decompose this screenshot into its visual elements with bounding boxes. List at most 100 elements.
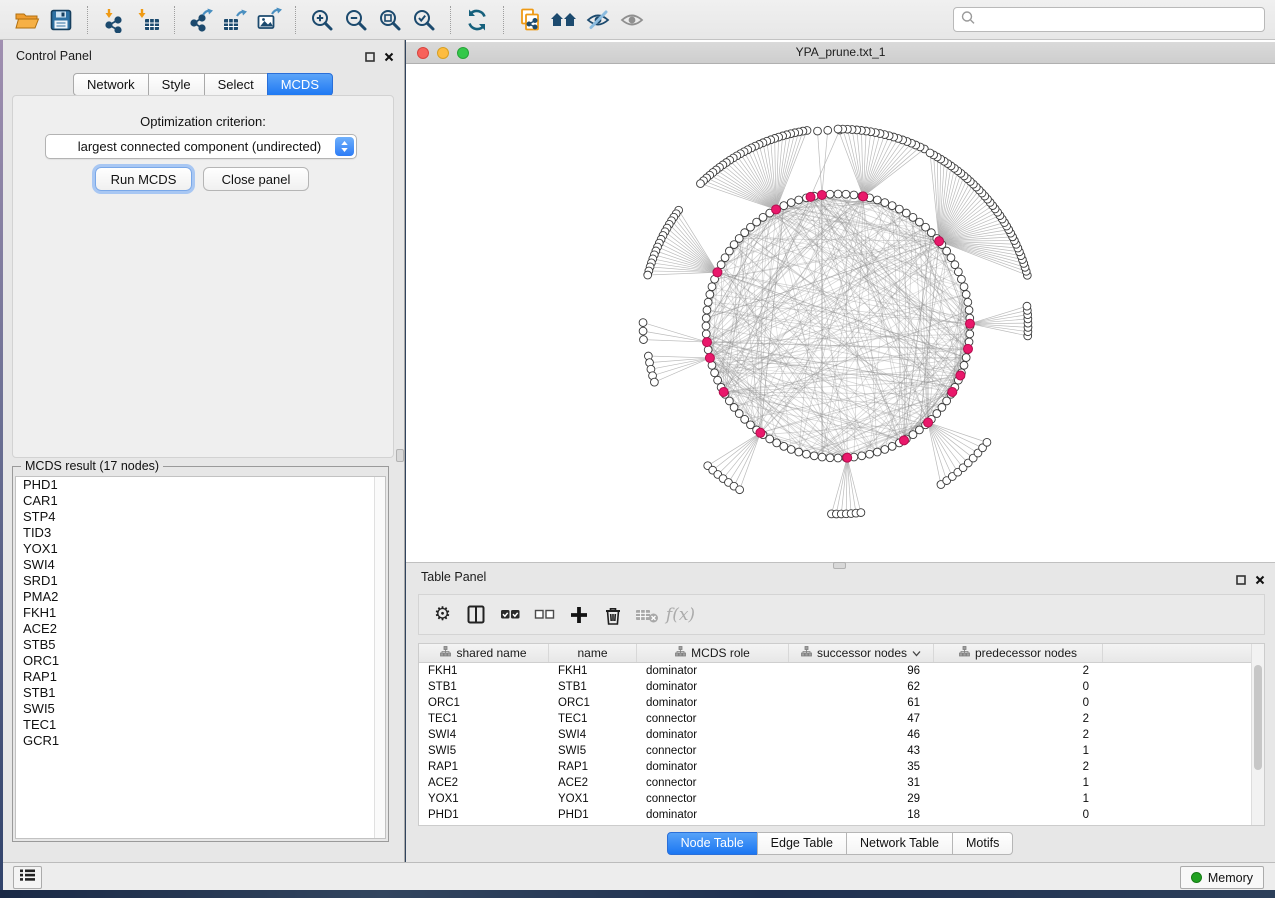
table-cell[interactable]: dominator <box>637 695 789 711</box>
mcds-result-item[interactable]: CAR1 <box>16 493 385 509</box>
table-cell[interactable]: ORC1 <box>419 695 549 711</box>
tab-network[interactable]: Network <box>73 73 149 96</box>
table-cell[interactable]: SWI5 <box>419 743 549 759</box>
table-cell[interactable]: PHD1 <box>419 807 549 823</box>
mcds-result-item[interactable]: STP4 <box>16 509 385 525</box>
table-cell[interactable]: 46 <box>789 727 934 743</box>
export-network-icon[interactable] <box>184 5 218 35</box>
run-mcds-button[interactable]: Run MCDS <box>95 167 192 191</box>
table-cell[interactable]: connector <box>637 711 789 727</box>
table-row[interactable]: ACE2ACE2connector311 <box>419 775 1264 791</box>
save-icon[interactable] <box>44 5 78 35</box>
table-row[interactable]: TEC1TEC1connector472 <box>419 711 1264 727</box>
table-row[interactable]: SWI5SWI5connector431 <box>419 743 1264 759</box>
table-row[interactable]: PHD1PHD1dominator180 <box>419 807 1264 823</box>
table-cell[interactable]: 29 <box>789 791 934 807</box>
zoom-selected-icon[interactable] <box>407 5 441 35</box>
tab-node-table[interactable]: Node Table <box>667 832 758 855</box>
mcds-result-item[interactable]: ACE2 <box>16 621 385 637</box>
table-cell[interactable]: STB1 <box>419 679 549 695</box>
mcds-result-item[interactable]: FKH1 <box>16 605 385 621</box>
columns-icon[interactable] <box>462 600 491 630</box>
import-table-icon[interactable] <box>131 5 165 35</box>
tab-edge-table[interactable]: Edge Table <box>757 832 847 855</box>
close-panel-icon[interactable] <box>1255 572 1265 590</box>
column-header-predecessor-nodes[interactable]: predecessor nodes <box>934 644 1103 662</box>
table-cell[interactable]: ACE2 <box>549 775 637 791</box>
table-cell[interactable]: 43 <box>789 743 934 759</box>
export-image-icon[interactable] <box>252 5 286 35</box>
float-panel-icon[interactable] <box>365 49 375 67</box>
mcds-result-item[interactable]: YOX1 <box>16 541 385 557</box>
hide-selected-icon[interactable] <box>581 5 615 35</box>
table-cell[interactable]: 47 <box>789 711 934 727</box>
search-box[interactable] <box>953 7 1265 32</box>
tab-network-table[interactable]: Network Table <box>846 832 953 855</box>
vertical-splitter-handle[interactable] <box>396 449 404 462</box>
table-cell[interactable]: 31 <box>789 775 934 791</box>
table-row[interactable]: SWI4SWI4dominator462 <box>419 727 1264 743</box>
mcds-result-list[interactable]: PHD1CAR1STP4TID3YOX1SWI4SRD1PMA2FKH1ACE2… <box>15 476 386 839</box>
table-cell[interactable]: connector <box>637 775 789 791</box>
table-cell[interactable]: 2 <box>934 759 1103 775</box>
mcds-result-item[interactable]: SWI5 <box>16 701 385 717</box>
table-cell[interactable]: 1 <box>934 775 1103 791</box>
show-all-icon[interactable] <box>615 5 649 35</box>
close-panel-button[interactable]: Close panel <box>203 167 309 191</box>
table-cell[interactable]: 0 <box>934 679 1103 695</box>
table-cell[interactable]: 1 <box>934 791 1103 807</box>
table-cell[interactable]: YOX1 <box>419 791 549 807</box>
table-cell[interactable]: FKH1 <box>419 663 549 679</box>
table-cell[interactable]: 1 <box>934 743 1103 759</box>
table-cell[interactable]: dominator <box>637 759 789 775</box>
open-folder-icon[interactable] <box>10 5 44 35</box>
column-header-name[interactable]: name <box>549 644 637 662</box>
mcds-result-item[interactable]: SRD1 <box>16 573 385 589</box>
table-cell[interactable]: 62 <box>789 679 934 695</box>
table-cell[interactable]: ACE2 <box>419 775 549 791</box>
memory-button[interactable]: Memory <box>1180 866 1264 889</box>
search-input[interactable] <box>980 12 1257 28</box>
table-cell[interactable]: YOX1 <box>549 791 637 807</box>
task-history-button[interactable] <box>13 866 42 889</box>
mcds-list-scrollbar[interactable] <box>374 477 385 838</box>
table-cell[interactable]: 0 <box>934 695 1103 711</box>
table-scrollbar-thumb[interactable] <box>1254 665 1262 770</box>
mcds-result-item[interactable]: STB1 <box>16 685 385 701</box>
table-row[interactable]: YOX1YOX1connector291 <box>419 791 1264 807</box>
table-cell[interactable]: TEC1 <box>419 711 549 727</box>
zoom-in-icon[interactable] <box>305 5 339 35</box>
table-cell[interactable]: 2 <box>934 727 1103 743</box>
table-cell[interactable]: SWI5 <box>549 743 637 759</box>
duplicate-network-icon[interactable] <box>513 5 547 35</box>
table-row[interactable]: STB1STB1dominator620 <box>419 679 1264 695</box>
table-cell[interactable]: FKH1 <box>549 663 637 679</box>
table-row[interactable]: RAP1RAP1dominator352 <box>419 759 1264 775</box>
mcds-result-item[interactable]: PMA2 <box>16 589 385 605</box>
table-cell[interactable]: 2 <box>934 663 1103 679</box>
table-scrollbar[interactable] <box>1251 644 1264 825</box>
tab-style[interactable]: Style <box>148 73 205 96</box>
table-cell[interactable]: TEC1 <box>549 711 637 727</box>
mcds-result-item[interactable]: TEC1 <box>16 717 385 733</box>
table-cell[interactable]: PHD1 <box>549 807 637 823</box>
mcds-result-item[interactable]: TID3 <box>16 525 385 541</box>
table-cell[interactable]: 0 <box>934 807 1103 823</box>
table-cell[interactable]: SWI4 <box>549 727 637 743</box>
table-cell[interactable]: connector <box>637 743 789 759</box>
table-cell[interactable]: connector <box>637 791 789 807</box>
table-cell[interactable]: RAP1 <box>549 759 637 775</box>
optimization-criterion-dropdown[interactable]: largest connected component (undirected) <box>45 134 357 159</box>
delete-icon[interactable] <box>598 600 627 630</box>
table-row[interactable]: ORC1ORC1dominator610 <box>419 695 1264 711</box>
float-panel-icon[interactable] <box>1236 572 1246 590</box>
column-header-MCDS-role[interactable]: MCDS role <box>637 644 789 662</box>
settings-icon[interactable]: ⚙ <box>428 600 457 630</box>
deselect-all-icon[interactable] <box>530 600 559 630</box>
mcds-result-item[interactable]: ORC1 <box>16 653 385 669</box>
mcds-result-item[interactable]: RAP1 <box>16 669 385 685</box>
table-cell[interactable]: dominator <box>637 679 789 695</box>
tab-select[interactable]: Select <box>204 73 268 96</box>
mcds-result-item[interactable]: STB5 <box>16 637 385 653</box>
table-cell[interactable]: 18 <box>789 807 934 823</box>
